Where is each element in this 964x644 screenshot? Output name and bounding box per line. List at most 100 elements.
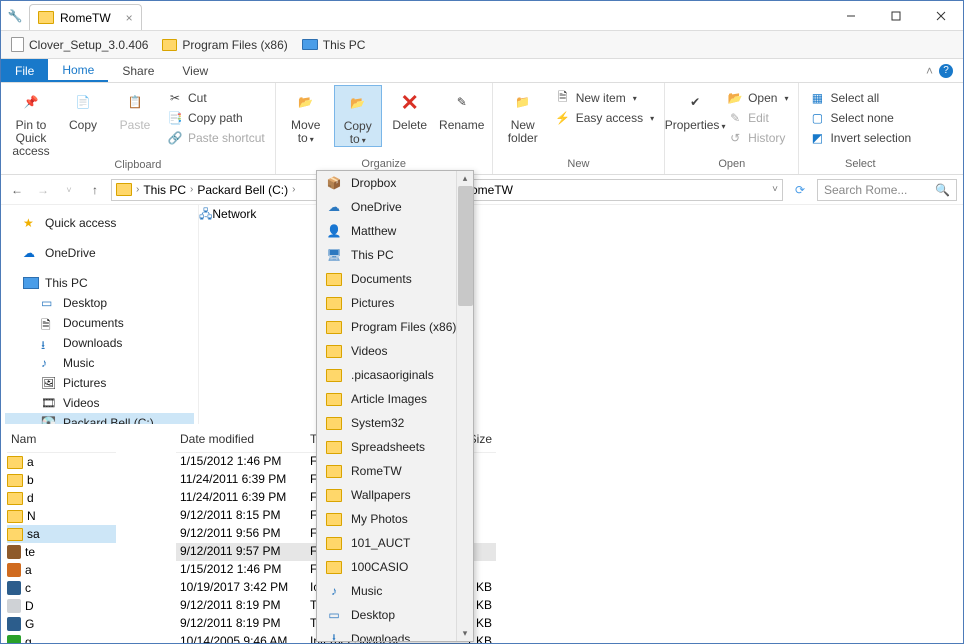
cell-date[interactable]: 10/19/2017 3:42 PM	[176, 579, 306, 597]
open-button[interactable]: 📂Open▾	[723, 89, 792, 107]
copy-to-item[interactable]: Documents	[317, 267, 473, 291]
copy-to-item[interactable]: ♪Music	[317, 579, 473, 603]
scrollbar-thumb[interactable]	[458, 186, 473, 306]
forward-button[interactable]: →	[33, 183, 53, 197]
crumb-drive[interactable]: Packard Bell (C:)	[197, 183, 288, 197]
new-folder-button[interactable]: 📁New folder	[499, 85, 547, 145]
cell-date[interactable]: 10/14/2005 9:46 AM	[176, 633, 306, 643]
copy-to-item[interactable]: 👤Matthew	[317, 219, 473, 243]
nav-documents[interactable]: 🗎Documents	[5, 313, 194, 333]
cell-date[interactable]: 1/15/2012 1:46 PM	[176, 561, 306, 579]
copy-to-item[interactable]: ▭Desktop	[317, 603, 473, 627]
easy-access-button[interactable]: ⚡Easy access▾	[551, 109, 658, 127]
file-row[interactable]: a	[7, 453, 116, 471]
copy-to-item[interactable]: 101_AUCT	[317, 531, 473, 555]
minimize-button[interactable]	[828, 2, 873, 30]
cell-date[interactable]: 9/12/2011 8:15 PM	[176, 507, 306, 525]
paste-shortcut-button[interactable]: 🔗Paste shortcut	[163, 129, 269, 147]
ribbon-tab-home[interactable]: Home	[48, 59, 108, 82]
refresh-button[interactable]: ⟳	[789, 183, 811, 197]
paste-button[interactable]: 📋Paste	[111, 85, 159, 132]
column-header-date[interactable]: Date modified	[176, 430, 306, 453]
delete-button[interactable]: ✕Delete	[386, 85, 434, 132]
copy-to-item[interactable]: Program Files (x86)	[317, 315, 473, 339]
copy-to-item[interactable]: Article Images	[317, 387, 473, 411]
crumb-this-pc[interactable]: This PC	[143, 183, 186, 197]
ribbon-tab-view[interactable]: View	[168, 59, 222, 82]
nav-desktop[interactable]: ▭Desktop	[5, 293, 194, 313]
close-button[interactable]	[918, 2, 963, 30]
scroll-down-icon[interactable]: ▾	[463, 628, 468, 639]
copy-to-item[interactable]: RomeTW	[317, 459, 473, 483]
nav-quick-access[interactable]: ★Quick access	[5, 213, 194, 233]
properties-button[interactable]: ✔Properties▾	[671, 85, 719, 132]
cell-date[interactable]: 9/12/2011 8:19 PM	[176, 615, 306, 633]
copy-to-item[interactable]: My Photos	[317, 507, 473, 531]
cell-date[interactable]: 11/24/2011 6:39 PM	[176, 489, 306, 507]
close-tab-icon[interactable]: ×	[126, 11, 133, 25]
column-header-name[interactable]: Nam	[7, 430, 116, 453]
nav-drive-c[interactable]: 💽Packard Bell (C:)	[5, 413, 194, 424]
chevron-right-icon[interactable]: ›	[190, 184, 193, 195]
search-input[interactable]: Search Rome... 🔍	[817, 179, 957, 201]
cell-date[interactable]: 1/15/2012 1:46 PM	[176, 453, 306, 471]
nav-pictures[interactable]: 🖼Pictures	[5, 373, 194, 393]
up-button[interactable]: ↑	[85, 183, 105, 197]
invert-selection-button[interactable]: ◩Invert selection	[805, 129, 915, 147]
scroll-up-icon[interactable]: ▴	[463, 173, 468, 184]
cell-date[interactable]: 9/12/2011 9:57 PM	[176, 543, 306, 561]
file-row[interactable]: te	[7, 543, 116, 561]
bookmark-program-files[interactable]: Program Files (x86)	[162, 38, 287, 52]
file-row[interactable]: sa	[7, 525, 116, 543]
copy-to-item[interactable]: System32	[317, 411, 473, 435]
copy-to-item[interactable]: Pictures	[317, 291, 473, 315]
move-to-button[interactable]: 📂Move to▾	[282, 85, 330, 145]
copy-button[interactable]: 📄Copy	[59, 85, 107, 132]
back-button[interactable]: ←	[7, 183, 27, 197]
wrench-icon[interactable]: 🔧	[1, 9, 29, 23]
select-all-button[interactable]: ▦Select all	[805, 89, 915, 107]
scrollbar[interactable]: ▴ ▾	[456, 171, 473, 641]
chevron-right-icon[interactable]: ›	[292, 184, 295, 195]
new-item-button[interactable]: 🗎New item▾	[551, 89, 658, 107]
copy-to-item[interactable]: 100CASIO	[317, 555, 473, 579]
chevron-down-icon[interactable]: ˅	[772, 184, 778, 195]
nav-music[interactable]: ♪Music	[5, 353, 194, 373]
copy-to-button[interactable]: 📂Copy to▾	[334, 85, 382, 147]
bookmark-this-pc[interactable]: This PC	[302, 38, 366, 52]
select-none-button[interactable]: ▢Select none	[805, 109, 915, 127]
file-row[interactable]: G	[7, 615, 116, 633]
browser-tab[interactable]: RomeTW ×	[29, 4, 142, 30]
history-button[interactable]: ↺History	[723, 129, 792, 147]
rename-button[interactable]: ✎Rename	[438, 85, 486, 132]
ribbon-help[interactable]: ˄?	[926, 59, 963, 82]
copy-to-item[interactable]: ⭳Downloads	[317, 627, 473, 642]
pin-quick-access-button[interactable]: 📌Pin to Quick access	[7, 85, 55, 159]
copy-to-item[interactable]: 📦Dropbox	[317, 171, 473, 195]
nav-this-pc[interactable]: This PC	[5, 273, 194, 293]
ribbon-tab-file[interactable]: File	[1, 59, 48, 82]
nav-onedrive[interactable]: ☁OneDrive	[5, 243, 194, 263]
copy-to-item[interactable]: 🖥This PC	[317, 243, 473, 267]
file-row[interactable]: a	[7, 561, 116, 579]
copy-path-button[interactable]: 📑Copy path	[163, 109, 269, 127]
edit-button[interactable]: ✎Edit	[723, 109, 792, 127]
breadcrumb-current[interactable]: › RomeTW ˅	[450, 179, 783, 201]
file-row[interactable]: d	[7, 489, 116, 507]
ribbon-tab-share[interactable]: Share	[108, 59, 168, 82]
cell-date[interactable]: 9/12/2011 9:56 PM	[176, 525, 306, 543]
copy-to-item[interactable]: Wallpapers	[317, 483, 473, 507]
file-row[interactable]: g	[7, 633, 116, 643]
copy-to-item[interactable]: Spreadsheets	[317, 435, 473, 459]
bookmark-clover[interactable]: Clover_Setup_3.0.406	[11, 37, 148, 52]
recent-locations-button[interactable]: ˅	[59, 185, 79, 195]
copy-to-item[interactable]: .picasaoriginals	[317, 363, 473, 387]
nav-network[interactable]: 🖧Network	[199, 205, 256, 424]
copy-to-item[interactable]: Videos	[317, 339, 473, 363]
maximize-button[interactable]	[873, 2, 918, 30]
cut-button[interactable]: ✂Cut	[163, 89, 269, 107]
cell-date[interactable]: 9/12/2011 8:19 PM	[176, 597, 306, 615]
cell-date[interactable]: 11/24/2011 6:39 PM	[176, 471, 306, 489]
file-row[interactable]: c	[7, 579, 116, 597]
file-row[interactable]: N	[7, 507, 116, 525]
